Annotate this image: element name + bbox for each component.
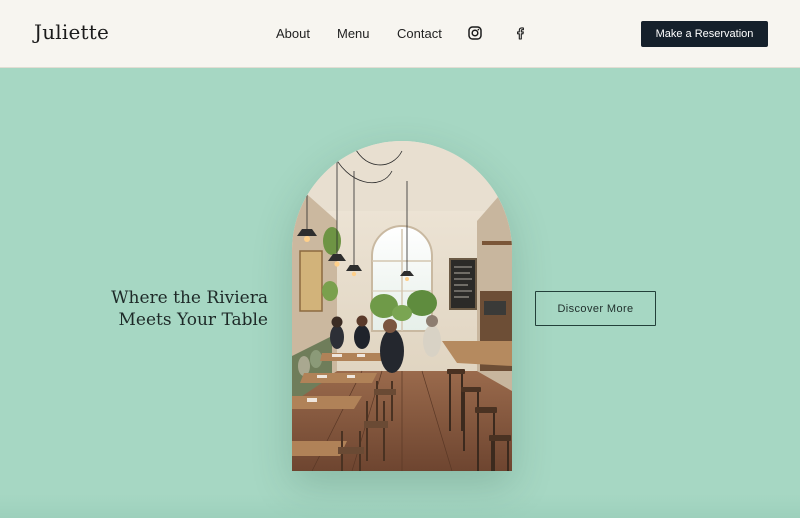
hero-section: Where the Riviera Meets Your Table Disco… [0, 69, 800, 518]
facebook-icon[interactable] [512, 25, 528, 41]
nav-about[interactable]: About [276, 26, 310, 41]
instagram-icon[interactable] [467, 25, 483, 41]
nav-menu[interactable]: Menu [337, 26, 370, 41]
site-header: Juliette About Menu Contact Make a Reser… [0, 0, 800, 68]
hero-tagline: Where the Riviera Meets Your Table [111, 287, 268, 331]
tagline-line-1: Where the Riviera [111, 288, 268, 308]
tagline-line-2: Meets Your Table [118, 310, 268, 330]
discover-more-button[interactable]: Discover More [535, 291, 656, 326]
bottom-shadow [0, 494, 800, 518]
nav-contact[interactable]: Contact [397, 26, 442, 41]
logo[interactable]: Juliette [34, 20, 109, 44]
make-reservation-button[interactable]: Make a Reservation [641, 21, 768, 47]
restaurant-interior-image [292, 141, 512, 471]
